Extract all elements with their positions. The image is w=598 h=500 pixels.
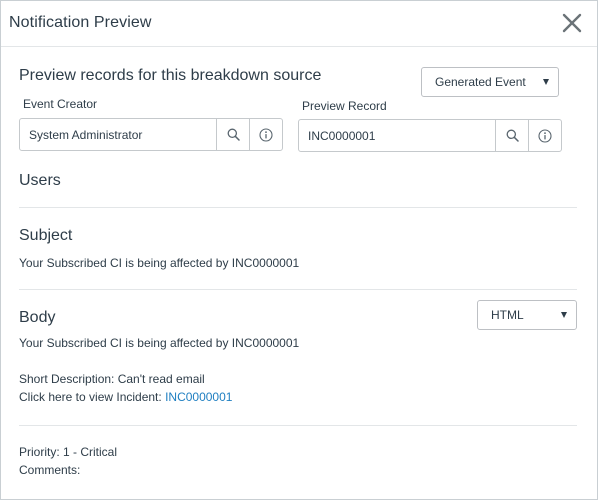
body-format-value: HTML <box>491 308 524 322</box>
body-line-1: Your Subscribed CI is being affected by … <box>19 336 300 350</box>
subject-heading: Subject <box>19 227 73 244</box>
event-creator-field <box>19 118 283 151</box>
body-short-description: Short Description: Can't read email <box>19 372 205 386</box>
search-icon <box>227 128 240 141</box>
preview-heading: Preview records for this breakdown sourc… <box>19 67 322 84</box>
users-heading: Users <box>19 172 61 189</box>
divider <box>19 207 577 208</box>
body-heading: Body <box>19 309 56 326</box>
source-select-value: Generated Event <box>435 75 526 89</box>
close-icon <box>562 13 582 33</box>
dialog-header: Notification Preview <box>1 1 597 47</box>
subject-text: Your Subscribed CI is being affected by … <box>19 256 300 270</box>
event-creator-lookup-button[interactable] <box>216 119 249 150</box>
close-button[interactable] <box>561 12 583 34</box>
preview-record-info-button[interactable] <box>528 120 561 151</box>
notification-preview-dialog: Notification Preview Preview records for… <box>0 0 598 500</box>
preview-record-field <box>298 119 562 152</box>
divider <box>19 289 577 290</box>
body-comments: Comments: <box>19 463 81 477</box>
body-format-select[interactable]: HTML <box>477 300 577 330</box>
event-creator-label: Event Creator <box>23 97 98 111</box>
incident-link[interactable]: INC0000001 <box>165 390 232 404</box>
preview-record-lookup-button[interactable] <box>495 120 528 151</box>
info-icon <box>538 128 552 143</box>
info-icon <box>259 127 273 142</box>
caret-down-icon <box>561 312 567 318</box>
divider <box>19 425 577 426</box>
body-click-prefix: Click here to view Incident: <box>19 390 166 404</box>
event-creator-input[interactable] <box>20 119 216 150</box>
dialog-title: Notification Preview <box>9 14 152 31</box>
body-priority: Priority: 1 - Critical <box>19 445 118 459</box>
search-icon <box>506 129 519 142</box>
source-select[interactable]: Generated Event <box>421 67 559 97</box>
preview-record-input[interactable] <box>299 120 495 151</box>
caret-down-icon <box>543 79 549 85</box>
body-click-line: Click here to view Incident: INC0000001 <box>19 390 232 404</box>
event-creator-info-button[interactable] <box>249 119 282 150</box>
preview-record-label: Preview Record <box>302 99 387 113</box>
